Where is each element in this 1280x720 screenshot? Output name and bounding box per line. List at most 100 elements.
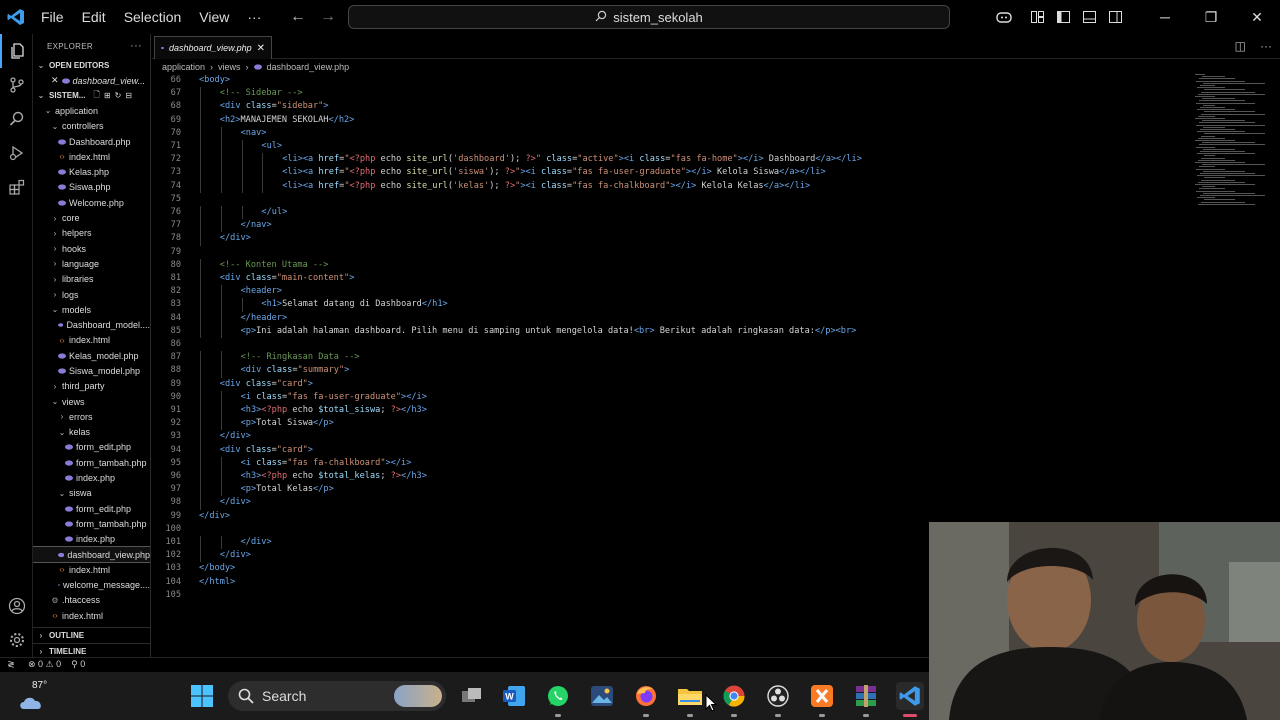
open-editors-section[interactable]: ⌄ OPEN EDITORS: [33, 58, 150, 73]
code-line[interactable]: 70 <nav>: [152, 127, 1192, 140]
code-line[interactable]: 73 <li><a href="<?php echo site_url('sisw…: [152, 166, 1192, 179]
code-line[interactable]: 80 <!-- Konten Utama -->: [152, 259, 1192, 272]
breadcrumb-application[interactable]: application: [162, 62, 205, 72]
file-tree-item[interactable]: Kelas_model.php: [33, 348, 150, 363]
code-line[interactable]: 85 <p>Ini adalah halaman dashboard. Pilih…: [152, 325, 1192, 338]
file-tree-item[interactable]: › core: [33, 210, 150, 225]
code-line[interactable]: 68 <div class="sidebar">: [152, 100, 1192, 113]
code-line[interactable]: 87 <!-- Ringkasan Data -->: [152, 351, 1192, 364]
file-tree-item[interactable]: › third_party: [33, 379, 150, 394]
code-line[interactable]: 95 <i class="fas fa-chalkboard"></i>: [152, 457, 1192, 470]
code-line[interactable]: 81 <div class="main-content">: [152, 272, 1192, 285]
menu-more[interactable]: ···: [238, 9, 270, 25]
search-icon[interactable]: [0, 102, 33, 136]
new-file-icon[interactable]: 🗋: [93, 89, 99, 103]
code-line[interactable]: 78 </div>: [152, 232, 1192, 245]
file-tree-item[interactable]: form_edit.php: [33, 440, 150, 455]
file-tree-item[interactable]: ‹› index.html: [33, 608, 150, 623]
code-line[interactable]: 79: [152, 246, 1192, 259]
copilot-icon[interactable]: [984, 0, 1024, 34]
forward-arrow-icon[interactable]: →: [320, 8, 336, 26]
toggle-secondary-sidebar-icon[interactable]: [1102, 0, 1128, 34]
split-editor-icon[interactable]: ◫: [1235, 39, 1246, 53]
code-line[interactable]: 94 <div class="card">: [152, 444, 1192, 457]
code-line[interactable]: 77 </nav>: [152, 219, 1192, 232]
word-icon[interactable]: W: [500, 682, 528, 710]
command-center-search[interactable]: sistem_sekolah: [348, 5, 950, 29]
file-tree-item[interactable]: ⌄ controllers: [33, 119, 150, 134]
code-line[interactable]: 66 <body>: [152, 74, 1192, 87]
file-tree-item[interactable]: form_tambah.php: [33, 516, 150, 531]
code-line[interactable]: 67 <!-- Sidebar -->: [152, 87, 1192, 100]
code-line[interactable]: 82 <header>: [152, 285, 1192, 298]
code-line[interactable]: 86: [152, 338, 1192, 351]
chrome-icon[interactable]: [720, 682, 748, 710]
file-tree-item[interactable]: dashboard_view.php: [33, 545, 150, 564]
code-line[interactable]: 69 <h2>MANAJEMEN SEKOLAH</h2>: [152, 114, 1192, 127]
vscode-taskbar-icon[interactable]: [896, 682, 924, 710]
file-tree-item[interactable]: ⌄ kelas: [33, 425, 150, 440]
file-tree-item[interactable]: welcome_message....: [33, 578, 150, 593]
toggle-panel-icon[interactable]: [1076, 0, 1102, 34]
project-section[interactable]: ⌄ SISTEM... 🗋 ⊞ ↻ ⊟: [33, 88, 150, 103]
code-line[interactable]: 88 <div class="summary">: [152, 364, 1192, 377]
outline-section[interactable]: › OUTLINE: [33, 628, 150, 643]
file-tree-item[interactable]: ‹› index.html: [33, 333, 150, 348]
customize-layout-icon[interactable]: [1024, 0, 1050, 34]
tab-close-icon[interactable]: ✕: [257, 43, 265, 54]
menu-file[interactable]: File: [32, 9, 73, 25]
code-line[interactable]: 91 <h3><?php echo $total_siswa; ?></h3>: [152, 404, 1192, 417]
file-tree-item[interactable]: Dashboard.php: [33, 134, 150, 149]
file-tree-item[interactable]: ⌄ siswa: [33, 486, 150, 501]
code-line[interactable]: 97 <p>Total Kelas</p>: [152, 483, 1192, 496]
weather-widget[interactable]: 87°: [16, 680, 56, 712]
breadcrumb-views[interactable]: views: [218, 62, 241, 72]
back-arrow-icon[interactable]: ←: [290, 8, 306, 26]
code-line[interactable]: 92 <p>Total Siswa</p>: [152, 417, 1192, 430]
file-tree-item[interactable]: form_tambah.php: [33, 455, 150, 470]
code-line[interactable]: 93 </div>: [152, 430, 1192, 443]
ports-indicator[interactable]: ⚲ 0: [71, 659, 85, 670]
file-tree-item[interactable]: ‹› index.html: [33, 562, 150, 577]
file-tree-item[interactable]: index.php: [33, 470, 150, 485]
code-line[interactable]: 89 <div class="card">: [152, 378, 1192, 391]
timeline-section[interactable]: › TIMELINE: [33, 643, 150, 657]
taskbar-search[interactable]: Search: [228, 681, 446, 711]
close-icon[interactable]: ✕: [51, 75, 59, 86]
code-line[interactable]: 99 </div>: [152, 510, 1192, 523]
menu-edit[interactable]: Edit: [73, 9, 115, 25]
problems-indicator[interactable]: ⊗ 0 ⚠ 0: [28, 659, 61, 670]
code-line[interactable]: 75: [152, 193, 1192, 206]
file-tree-item[interactable]: ⚙ .htaccess: [33, 593, 150, 608]
file-tree-item[interactable]: Siswa_model.php: [33, 363, 150, 378]
explorer-more-icon[interactable]: ···: [130, 40, 142, 52]
extensions-icon[interactable]: [0, 170, 33, 204]
restore-icon[interactable]: ❐: [1188, 0, 1234, 34]
whatsapp-icon[interactable]: [544, 682, 572, 710]
more-actions-icon[interactable]: ···: [1260, 39, 1272, 53]
code-line[interactable]: 76 </ul>: [152, 206, 1192, 219]
run-debug-icon[interactable]: [0, 136, 33, 170]
task-view-icon[interactable]: [458, 682, 486, 710]
file-tree-item[interactable]: ⌄ views: [33, 394, 150, 409]
windows-start-icon[interactable]: [188, 682, 216, 710]
source-control-icon[interactable]: [0, 68, 33, 102]
file-explorer-icon[interactable]: [676, 682, 704, 710]
toggle-sidebar-icon[interactable]: [1050, 0, 1076, 34]
obs-icon[interactable]: [764, 682, 792, 710]
xampp-icon[interactable]: [808, 682, 836, 710]
file-tree-item[interactable]: form_edit.php: [33, 501, 150, 516]
code-line[interactable]: 83 <h1>Selamat datang di Dashboard</h1>: [152, 298, 1192, 311]
explorer-icon[interactable]: [0, 34, 33, 68]
file-tree-item[interactable]: index.php: [33, 532, 150, 547]
file-tree-item[interactable]: ⌄ models: [33, 302, 150, 317]
open-editor-item[interactable]: ✕ dashboard_view...: [33, 73, 150, 88]
code-line[interactable]: 71 <ul>: [152, 140, 1192, 153]
file-tree-item[interactable]: › errors: [33, 409, 150, 424]
file-tree-item[interactable]: › helpers: [33, 226, 150, 241]
file-tree-item[interactable]: Siswa.php: [33, 180, 150, 195]
file-tree-item[interactable]: ‹› index.html: [33, 149, 150, 164]
file-tree-item[interactable]: Dashboard_model....: [33, 317, 150, 332]
code-line[interactable]: 90 <i class="fas fa-user-graduate"></i>: [152, 391, 1192, 404]
photos-icon[interactable]: [588, 682, 616, 710]
